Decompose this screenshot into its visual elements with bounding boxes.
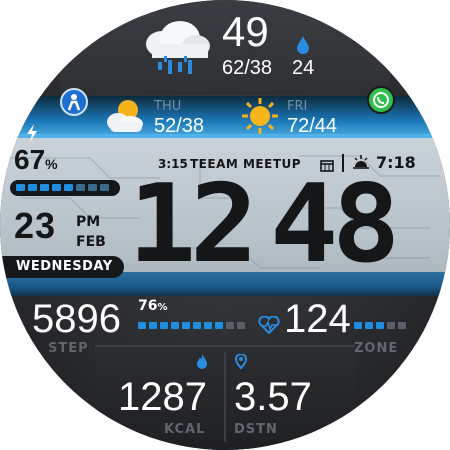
battery-segment <box>28 184 37 191</box>
sun-icon <box>242 98 278 134</box>
heart-rate-icon <box>258 315 280 335</box>
steps-percent: 76% <box>138 298 168 314</box>
battery-segment <box>100 184 109 191</box>
steps-segment <box>149 322 157 329</box>
forecast-day-1-range: 52/38 <box>154 115 205 137</box>
heart-zone-segment <box>398 322 406 329</box>
distance-icon <box>234 352 248 370</box>
forecast-day-2-range: 72/44 <box>287 115 338 137</box>
steps-segment <box>171 322 179 329</box>
forecast-day-2-icon <box>240 96 280 136</box>
app-shortcut-icon <box>67 94 81 111</box>
app-shortcut-right[interactable] <box>367 86 395 114</box>
distance-value: 3.57 <box>234 375 312 419</box>
clock-minutes: 48 <box>270 162 400 287</box>
current-temp-range: 62/38 <box>222 57 273 79</box>
battery-unit: % <box>45 156 58 172</box>
forecast-day-2-name: FRI <box>287 99 308 114</box>
heart-zone-segment <box>387 322 395 329</box>
date-weekday: WEDNESDAY <box>16 259 113 274</box>
heart-zone-segment <box>354 322 362 329</box>
distance-label: DSTN <box>234 422 278 437</box>
battery-segment <box>16 184 25 191</box>
steps-percent-unit: % <box>157 302 168 313</box>
steps-segment <box>237 322 245 329</box>
calories-label: KCAL <box>164 422 206 437</box>
partly-sunny-icon <box>107 100 143 132</box>
forecast-day-1-name: THU <box>154 99 182 114</box>
steps-segment <box>160 322 168 329</box>
battery-segment <box>64 184 73 191</box>
clock-hours: 12 <box>128 162 258 287</box>
steps-segment <box>204 322 212 329</box>
battery-value: 67 <box>14 144 46 175</box>
calories-flame-icon <box>196 354 208 370</box>
whatsapp-icon <box>373 92 389 108</box>
humidity-value: 24 <box>292 57 315 79</box>
steps-segment <box>226 322 234 329</box>
watch-face: 49 62/38 24 THU 52/38 FRI 72/44 67% 23 P… <box>0 0 450 450</box>
battery-segment <box>76 184 85 191</box>
forecast-day-1-icon <box>104 96 148 136</box>
rain-cloud-icon <box>146 21 210 74</box>
calories-value: 1287 <box>118 375 207 419</box>
charge-bolt-icon <box>26 124 38 142</box>
heart-zone-label: ZONE <box>354 341 399 356</box>
date-month: FEB <box>76 234 106 250</box>
steps-label: STEP <box>48 341 89 356</box>
steps-segment <box>215 322 223 329</box>
date-day: 23 <box>14 205 57 246</box>
battery-segment <box>88 184 97 191</box>
band-top-stripe <box>0 134 450 138</box>
current-temperature: 49 <box>222 8 269 55</box>
humidity-drop-icon <box>296 36 310 54</box>
weather-current-icon[interactable] <box>138 18 214 78</box>
heart-zone-segment <box>365 322 373 329</box>
heart-zone-segment <box>376 322 384 329</box>
divider-vertical <box>224 352 226 442</box>
battery-segment <box>40 184 49 191</box>
app-shortcut-left[interactable] <box>60 88 88 116</box>
heart-rate-value: 124 <box>284 297 351 341</box>
steps-segment <box>193 322 201 329</box>
steps-value: 5896 <box>32 297 121 341</box>
date-ampm: PM <box>76 214 101 230</box>
battery-segment <box>52 184 61 191</box>
steps-segment <box>182 322 190 329</box>
steps-segment <box>138 322 146 329</box>
steps-percent-value: 76 <box>138 298 158 314</box>
battery-percent: 67% <box>14 144 58 180</box>
